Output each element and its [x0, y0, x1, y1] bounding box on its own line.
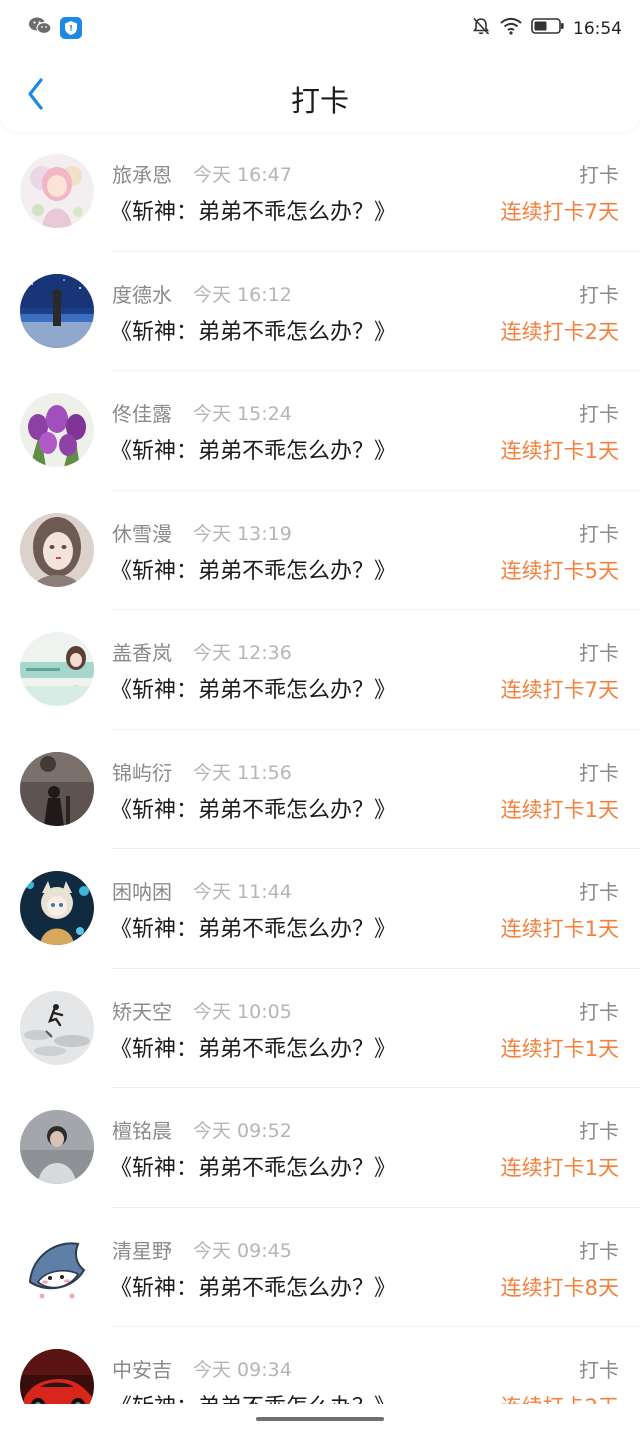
user-name[interactable]: 度德水	[112, 279, 172, 308]
streak-badge: 连续打卡1天	[500, 1156, 619, 1180]
user-name[interactable]: 中安吉	[112, 1354, 172, 1383]
avatar[interactable]	[20, 1110, 94, 1184]
user-name[interactable]: 困呐困	[112, 876, 172, 905]
timestamp: 今天 09:45	[193, 1239, 292, 1262]
header: 打卡	[0, 60, 640, 132]
avatar[interactable]	[20, 512, 94, 587]
checkin-label: 打卡	[579, 1119, 619, 1143]
avatar[interactable]	[20, 273, 94, 348]
avatar[interactable]	[20, 393, 94, 467]
list-item[interactable]: 休雪漫 今天 13:19 《斩神：弟弟不乖怎么办？》 打卡 连续打卡5天	[0, 491, 640, 610]
checkin-label: 打卡	[579, 402, 619, 426]
list-item[interactable]: 檀铭晨 今天 09:52 《斩神：弟弟不乖怎么办？》 打卡 连续打卡1天	[0, 1088, 640, 1208]
checkin-list: 旅承恩 今天 16:47 《斩神：弟弟不乖怎么办？》 打卡 连续打卡7天 度德水…	[0, 132, 640, 1404]
checkin-label: 打卡	[579, 880, 619, 904]
wechat-icon	[28, 16, 52, 40]
user-name[interactable]: 矫天空	[112, 996, 172, 1025]
user-name[interactable]: 锦屿衍	[112, 757, 172, 786]
timestamp: 今天 13:19	[193, 522, 292, 545]
timestamp: 今天 12:36	[193, 642, 292, 664]
status-right-icons: 16:54	[471, 16, 622, 41]
avatar[interactable]	[20, 154, 94, 228]
streak-badge: 连续打卡5天	[500, 558, 619, 583]
list-item[interactable]: 矫天空 今天 10:05 《斩神：弟弟不乖怎么办？》 打卡 连续打卡1天	[0, 969, 640, 1088]
mute-bell-icon	[471, 16, 491, 41]
checkin-label: 打卡	[579, 521, 619, 546]
list-item[interactable]: 旅承恩 今天 16:47 《斩神：弟弟不乖怎么办？》 打卡 连续打卡7天	[0, 132, 640, 252]
book-title[interactable]: 《斩神：弟弟不乖怎么办？》	[110, 911, 396, 943]
book-title[interactable]: 《斩神：弟弟不乖怎么办？》	[110, 1270, 396, 1302]
user-name[interactable]: 旅承恩	[112, 159, 172, 188]
avatar[interactable]	[20, 990, 94, 1065]
book-title[interactable]: 《斩神：弟弟不乖怎么办？》	[110, 194, 396, 226]
checkin-label: 打卡	[579, 760, 619, 785]
list-item[interactable]: 困呐困 今天 11:44 《斩神：弟弟不乖怎么办？》 打卡 连续打卡1天	[0, 849, 640, 969]
wifi-icon	[499, 16, 523, 41]
list-item[interactable]: 清星野 今天 09:45 《斩神：弟弟不乖怎么办？》 打卡 连续打卡8天	[0, 1208, 640, 1327]
avatar[interactable]	[20, 871, 94, 945]
user-name[interactable]: 清星野	[112, 1235, 172, 1264]
streak-badge: 连续打卡2天	[501, 1391, 619, 1404]
book-title[interactable]: 《斩神：弟弟不乖怎么办？》	[110, 1031, 396, 1063]
streak-badge: 连续打卡2天	[500, 319, 619, 344]
timestamp: 今天 15:24	[193, 403, 292, 425]
user-name[interactable]: 盖香岚	[112, 637, 172, 666]
timestamp: 今天 10:05	[193, 1000, 292, 1023]
timestamp: 今天 11:56	[193, 761, 292, 784]
list-item[interactable]: 锦屿衍 今天 11:56 《斩神：弟弟不乖怎么办？》 打卡 连续打卡1天	[0, 730, 640, 849]
streak-badge: 连续打卡1天	[500, 439, 619, 463]
checkin-label: 打卡	[579, 163, 619, 187]
timestamp: 今天 09:52	[193, 1120, 292, 1142]
list-item[interactable]: 度德水 今天 16:12 《斩神：弟弟不乖怎么办？》 打卡 连续打卡2天	[0, 252, 640, 371]
book-title[interactable]: 《斩神：弟弟不乖怎么办？》	[110, 314, 396, 346]
checkin-label: 打卡	[579, 641, 619, 665]
checkin-label: 打卡	[579, 1358, 619, 1382]
timestamp: 今天 16:12	[193, 283, 292, 306]
streak-badge: 连续打卡1天	[500, 917, 619, 941]
user-name[interactable]: 休雪漫	[112, 518, 172, 547]
book-title[interactable]: 《斩神：弟弟不乖怎么办？》	[110, 672, 396, 704]
shield-app-icon	[60, 17, 82, 39]
book-title[interactable]: 《斩神：弟弟不乖怎么办？》	[110, 792, 396, 824]
timestamp: 今天 16:47	[193, 164, 292, 186]
book-title[interactable]: 《斩神：弟弟不乖怎么办？》	[110, 433, 396, 465]
avatar[interactable]	[20, 632, 94, 706]
checkin-label: 打卡	[579, 1238, 619, 1263]
avatar[interactable]	[20, 751, 94, 826]
checkin-label: 打卡	[579, 999, 619, 1024]
streak-badge: 连续打卡1天	[500, 797, 619, 822]
avatar[interactable]	[20, 1229, 94, 1304]
status-time: 16:54	[573, 18, 622, 39]
status-bar: 16:54	[0, 0, 640, 60]
list-item[interactable]: 中安吉 今天 09:34 《斩神：弟弟不乖怎么办？》 打卡 连续打卡2天	[0, 1327, 640, 1404]
book-title[interactable]: 《斩神：弟弟不乖怎么办？》	[110, 553, 396, 585]
streak-badge: 连续打卡8天	[500, 1275, 619, 1300]
checkin-label: 打卡	[579, 282, 619, 307]
page-title: 打卡	[290, 84, 349, 118]
list-item[interactable]: 佟佳露 今天 15:24 《斩神：弟弟不乖怎么办？》 打卡 连续打卡1天	[0, 371, 640, 491]
list-item[interactable]: 盖香岚 今天 12:36 《斩神：弟弟不乖怎么办？》 打卡 连续打卡7天	[0, 610, 640, 730]
battery-icon	[531, 17, 565, 40]
avatar[interactable]	[20, 1349, 94, 1404]
timestamp: 今天 11:44	[193, 881, 292, 903]
timestamp: 今天 09:34	[193, 1359, 292, 1381]
user-name[interactable]: 檀铭晨	[112, 1115, 172, 1144]
user-name[interactable]: 佟佳露	[112, 398, 172, 427]
streak-badge: 连续打卡7天	[500, 678, 619, 702]
book-title[interactable]: 《斩神：弟弟不乖怎么办？》	[110, 1150, 396, 1182]
status-left-icons	[28, 16, 82, 40]
home-indicator[interactable]	[256, 1417, 384, 1421]
streak-badge: 连续打卡1天	[500, 1036, 619, 1061]
book-title[interactable]: 《斩神：弟弟不乖怎么办？》	[110, 1389, 396, 1404]
streak-badge: 连续打卡7天	[500, 200, 619, 224]
